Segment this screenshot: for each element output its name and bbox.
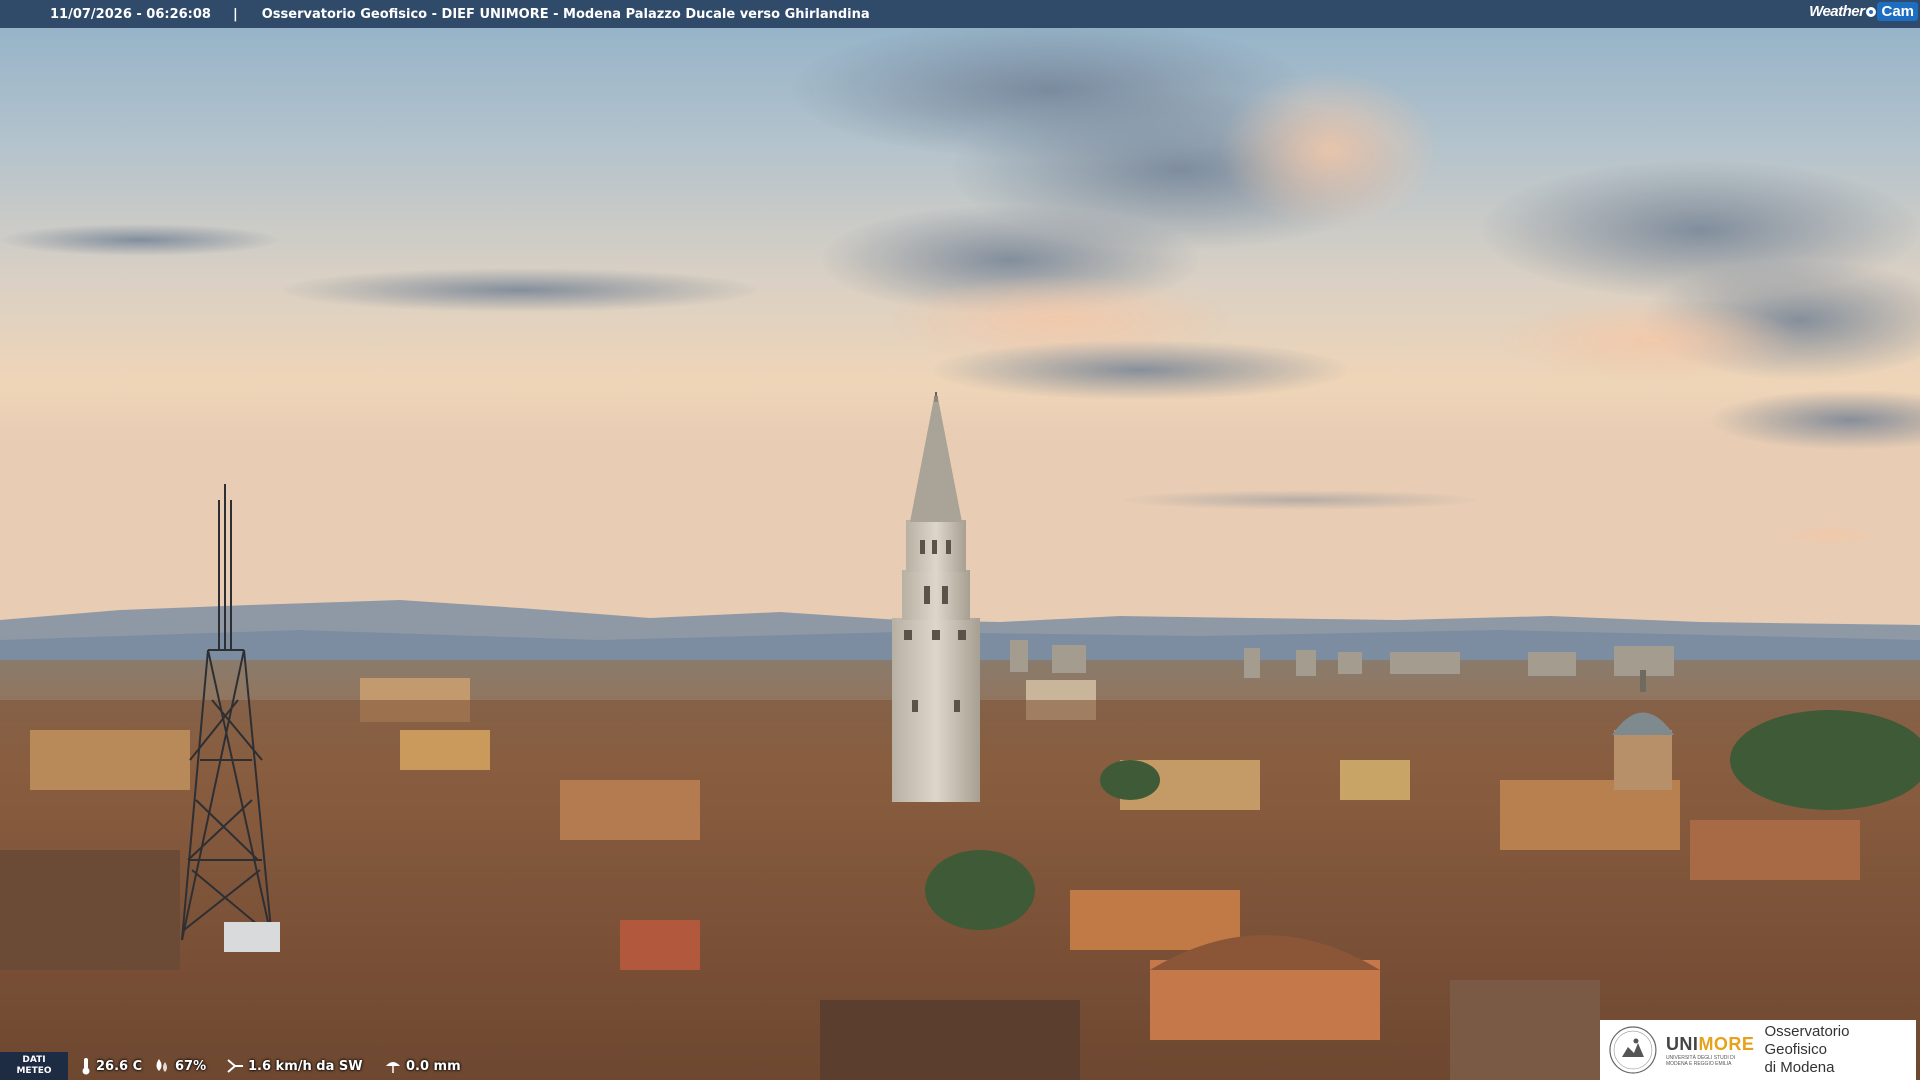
wind-icon [227,1059,243,1073]
rain-reading: 0.0 mm [384,1052,461,1080]
webcam-photo [0,0,1920,1080]
observatory-line2: di Modena [1764,1059,1835,1076]
observatory-line1: Osservatorio Geofisico [1764,1023,1850,1058]
weathercam-logo-weather: Weather [1809,3,1865,20]
weather-data-label: DATI METEO [0,1052,68,1080]
unimore-name: UNIMORE [1666,1034,1755,1055]
wind-reading: 1.6 km/h da SW [226,1052,363,1080]
unimore-seal-icon [1609,1026,1657,1074]
humidity-icon [156,1059,167,1072]
camera-title: Osservatorio Geofisico - DIEF UNIMORE - … [261,6,870,22]
unimore-subtitle-2: MODENA E REGGIO EMILIA [1665,1060,1732,1067]
rain-value: 0.0 mm [406,1058,461,1074]
unimore-name-uni: UNI [1665,1033,1699,1054]
humidity-reading: 67% [153,1052,206,1080]
separator: | [232,6,238,22]
antenna-equipment [224,922,280,952]
rain-gauge-icon [386,1062,400,1073]
observatory-name: Osservatorio Geofisico di Modena [1764,1023,1916,1077]
top-info-bar: 11/07/2026 - 06:26:08 | Osservatorio Geo… [0,0,1920,28]
weather-label-line2: METEO [16,1066,52,1076]
unimore-brand: UNIMORE UNIVERSITÀ DEGLI STUDI DI MODENA… [1666,1034,1755,1067]
unimore-name-more: MORE [1698,1033,1755,1054]
timestamp: 11/07/2026 - 06:26:08 [50,6,211,22]
wind-value: 1.6 km/h da SW [248,1058,363,1074]
unimore-logo: UNIMORE UNIVERSITÀ DEGLI STUDI DI MODENA… [1600,1020,1916,1080]
weather-label-line1: DATI [22,1055,46,1065]
weathercam-logo-icon: Weather Cam [1809,2,1918,21]
temperature-value: 26.6 C [96,1058,143,1074]
weathercam-logo-cam: Cam [1877,2,1918,21]
temperature-reading: 26.6 C [80,1052,142,1080]
thermometer-icon [82,1058,90,1075]
humidity-value: 67% [175,1058,207,1074]
